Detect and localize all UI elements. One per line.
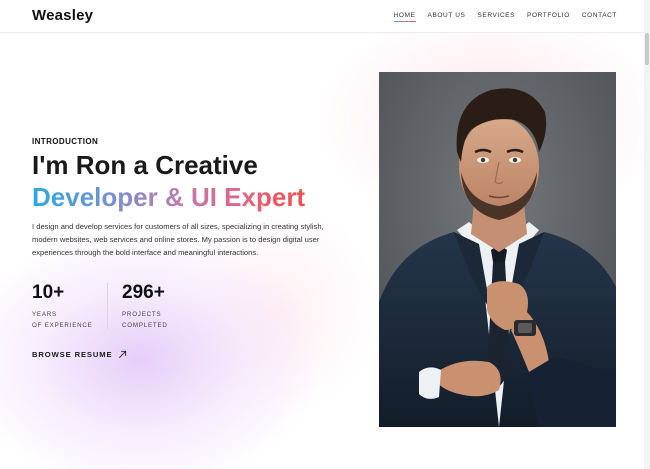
stat-value: 296+ [122,282,165,303]
stat-label: YEARS OF EXPERIENCE [32,310,93,331]
stat-label-line: PROJECTS [122,311,162,318]
nav-contact[interactable]: CONTACT [582,12,617,21]
nav-portfolio[interactable]: PORTFOLIO [527,12,570,21]
portrait-illustration [379,72,616,427]
stat-experience: 10+ YEARS OF EXPERIENCE [32,282,93,331]
headline-line-2: Developer & UI Expert [32,182,306,212]
nav-home[interactable]: HOME [393,12,416,22]
eyebrow-label: INTRODUCTION [32,137,99,146]
stat-label-line: YEARS [32,311,57,318]
portrait-photo [379,72,616,427]
scrollbar[interactable] [644,0,650,469]
stat-projects: 296+ PROJECTS COMPLETED [122,282,168,331]
stat-label-line: COMPLETED [122,321,168,329]
stat-value: 10+ [32,282,65,303]
nav-services[interactable]: SERVICES [477,12,515,21]
main-nav: HOME ABOUT US SERVICES PORTFOLIO CONTACT [393,12,617,22]
stat-divider [107,283,108,329]
browse-resume-label: BROWSE RESUME [32,350,113,359]
scrollbar-thumb[interactable] [645,33,649,65]
logo[interactable]: Weasley [32,7,93,24]
nav-about-us[interactable]: ABOUT US [428,12,466,21]
stat-label: PROJECTS COMPLETED [122,310,168,331]
site-header: Weasley HOME ABOUT US SERVICES PORTFOLIO… [0,0,650,33]
hero-description: I design and develop services for custom… [32,222,324,257]
stat-label-line: OF EXPERIENCE [32,321,93,329]
page: Weasley HOME ABOUT US SERVICES PORTFOLIO… [0,0,650,469]
headline-line-1: I'm Ron a Creative [32,150,258,180]
arrow-up-right-icon [119,350,127,358]
browse-resume-link[interactable]: BROWSE RESUME [32,350,127,359]
